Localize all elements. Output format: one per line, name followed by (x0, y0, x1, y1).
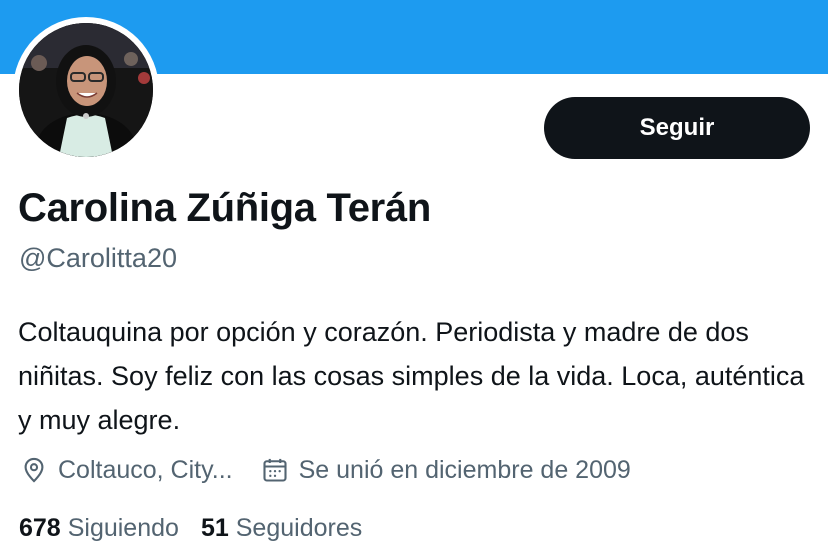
profile-handle: @Carolitta20 (19, 243, 177, 273)
following-link[interactable]: 678 Siguiendo (19, 514, 179, 543)
profile-stats: 678 Siguiendo 51 Seguidores (19, 510, 384, 546)
following-label: Siguiendo (67, 513, 179, 542)
calendar-icon (263, 458, 287, 482)
profile-bio: Coltauquina por opción y corazón. Period… (18, 317, 805, 435)
profile-meta: Coltauco, City... Se unió en diciembre d… (20, 450, 659, 490)
following-count: 678 (19, 513, 61, 542)
location-item: Coltauco, City... (20, 456, 233, 485)
map-pin-icon (24, 457, 44, 483)
joined-item: Se unió en diciembre de 2009 (261, 456, 631, 485)
followers-link[interactable]: 51 Seguidores (201, 514, 362, 543)
profile-display-name: Carolina Zúñiga Terán (18, 186, 432, 230)
followers-label: Seguidores (235, 513, 363, 542)
avatar-image (19, 23, 153, 157)
joined-text: Se unió en diciembre de 2009 (298, 455, 631, 484)
follow-button[interactable]: Seguir (544, 97, 810, 159)
avatar-photo (19, 23, 153, 157)
followers-count: 51 (200, 513, 229, 542)
location-text: Coltauco, City... (58, 455, 233, 484)
avatar[interactable] (13, 17, 159, 163)
